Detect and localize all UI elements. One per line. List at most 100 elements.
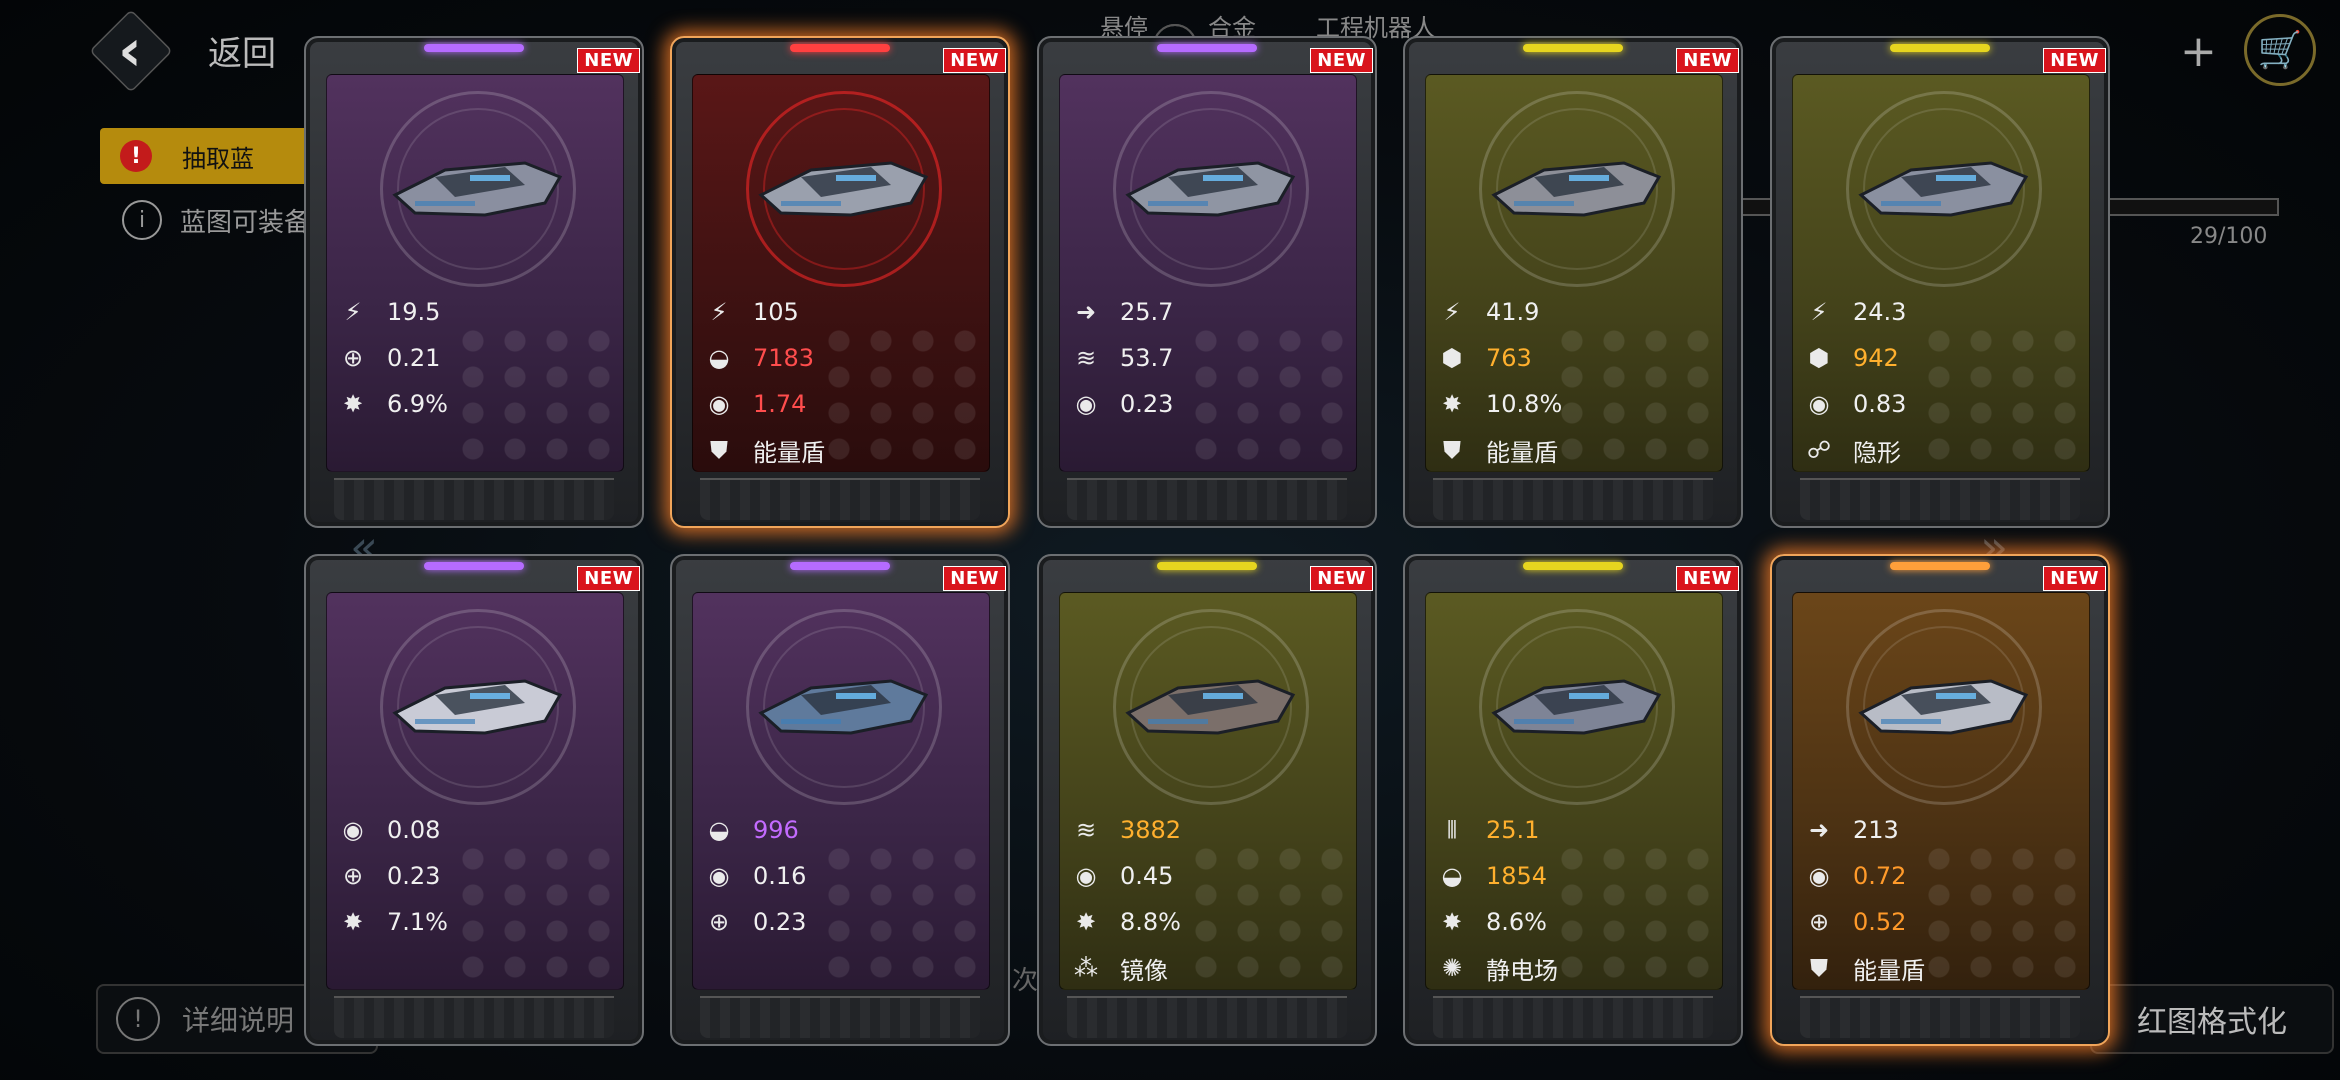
stat-row: ◉ 0.23 [1070,381,1350,427]
stat-value: 静电场 [1486,956,1558,985]
hull-icon: ⬢ [1441,344,1463,372]
blueprint-card[interactable]: NEW ⚡ 24.3 ⬢ 942 ◉ 0.83 ☍ 隐形 [1770,36,2110,528]
stat-row: ◒ 1854 [1436,853,1716,899]
stat-value: 53.7 [1120,344,1174,372]
blueprint-card[interactable]: NEW ➜ 213 ◉ 0.72 ⊕ 0.52 ⛊ 能量盾 [1770,554,2110,1046]
stat-list: ≋ 3882 ◉ 0.45 ✸ 8.8% ⁂ 镜像 [1070,807,1350,989]
stat-row: ◉ 1.74 [703,381,983,427]
stat-value: 3882 [1120,816,1182,844]
stat-list: ➜ 213 ◉ 0.72 ⊕ 0.52 ⛊ 能量盾 [1803,807,2083,989]
new-badge: NEW [1310,566,1373,591]
card-base [334,996,614,1038]
blueprint-card[interactable]: NEW ⚡ 105 ◒ 7183 ◉ 1.74 ⛊ 能量盾 [670,36,1010,528]
crosshair-icon: ⊕ [708,908,730,936]
stat-row: ⊕ 0.23 [703,899,983,945]
info-text: 蓝图可装备 [180,207,311,238]
card-panel: ◉ 0.08 ⊕ 0.23 ✸ 7.1% [326,592,624,990]
new-badge: NEW [1676,566,1739,591]
stat-row: ⚡ 19.5 [337,289,617,335]
crosshair-icon: ⊕ [342,862,364,890]
card-panel: ⚡ 41.9 ⬢ 763 ✸ 10.8% ⛊ 能量盾 [1425,74,1723,472]
stat-row: ✸ 10.8% [1436,381,1716,427]
cargo-icon: ≋ [1075,344,1097,372]
new-badge: NEW [1310,48,1373,73]
stat-list: ➜ 25.7 ≋ 53.7 ◉ 0.23 [1070,289,1350,427]
stat-row: ⚡ 41.9 [1436,289,1716,335]
stat-value: 0.08 [387,816,441,844]
stat-value: 0.52 [1853,908,1907,936]
shield-rate-icon: ◉ [1808,390,1830,418]
cart-icon[interactable]: 🛒 [2244,14,2316,86]
speed-icon: ➜ [1075,298,1097,326]
card-base [700,996,980,1038]
card-panel: ◒ 996 ◉ 0.16 ⊕ 0.23 [692,592,990,990]
card-base [1800,996,2080,1038]
new-badge: NEW [943,48,1006,73]
blueprint-card[interactable]: NEW ⚡ 41.9 ⬢ 763 ✸ 10.8% ⛊ 能量盾 [1403,36,1743,528]
card-panel: ⦀ 25.1 ◒ 1854 ✸ 8.6% ✺ 静电场 [1425,592,1723,990]
stat-list: ⚡ 19.5 ⊕ 0.21 ✸ 6.9% [337,289,617,427]
stat-value: 763 [1486,344,1532,372]
crosshair-icon: ⊕ [1808,908,1830,936]
red-blueprint-format-button[interactable]: 红图格式化 [2090,984,2334,1054]
shield-rate-icon: ◉ [708,390,730,418]
critical-icon: ✸ [342,908,364,936]
stat-row: ◉ 0.45 [1070,853,1350,899]
stat-value: 25.7 [1120,298,1174,326]
stat-value: 0.23 [753,908,807,936]
details-label: 详细说明 [182,1004,295,1037]
blueprint-card[interactable]: NEW ➜ 25.7 ≋ 53.7 ◉ 0.23 [1037,36,1377,528]
stat-row: ✺ 静电场 [1436,945,1716,989]
rarity-bar [1157,44,1257,52]
blueprint-card[interactable]: NEW ⦀ 25.1 ◒ 1854 ✸ 8.6% ✺ 静电场 [1403,554,1743,1046]
stat-list: ⦀ 25.1 ◒ 1854 ✸ 8.6% ✺ 静电场 [1436,807,1716,989]
add-button[interactable]: + [2180,26,2217,77]
stat-value: 能量盾 [1486,438,1558,467]
card-panel: ≋ 3882 ◉ 0.45 ✸ 8.8% ⁂ 镜像 [1059,592,1357,990]
new-badge: NEW [943,566,1006,591]
stat-row: ⊕ 0.21 [337,335,617,381]
rarity-bar [790,562,890,570]
energy-shield-icon: ⛊ [1810,954,1828,982]
card-base [1433,478,1713,520]
crosshair-icon: ⊕ [342,344,364,372]
spaceship-icon [758,679,929,735]
chevron-left-icon[interactable]: ‹ [98,16,162,84]
stat-value: 0.83 [1853,390,1907,418]
hull-icon: ⬢ [1808,344,1830,372]
blueprint-card[interactable]: NEW ◒ 996 ◉ 0.16 ⊕ 0.23 [670,554,1010,1046]
new-badge: NEW [577,566,640,591]
stat-value: 0.16 [753,862,807,890]
stat-value: 0.21 [387,344,441,372]
stealth-icon: ☍ [1806,436,1832,464]
stat-list: ⚡ 24.3 ⬢ 942 ◉ 0.83 ☍ 隐形 [1803,289,2083,471]
spaceship-icon [392,679,563,735]
card-base [1067,478,1347,520]
stat-row: ☍ 隐形 [1803,427,2083,471]
card-panel: ➜ 25.7 ≋ 53.7 ◉ 0.23 [1059,74,1357,472]
blueprint-card[interactable]: NEW ◉ 0.08 ⊕ 0.23 ✸ 7.1% [304,554,644,1046]
stat-value: 996 [753,816,799,844]
card-panel: ⚡ 105 ◒ 7183 ◉ 1.74 ⛊ 能量盾 [692,74,990,472]
stat-row: ✸ 6.9% [337,381,617,427]
blueprint-card[interactable]: NEW ⚡ 19.5 ⊕ 0.21 ✸ 6.9% [304,36,644,528]
stat-value: 能量盾 [1853,956,1925,985]
stat-list: ⚡ 105 ◒ 7183 ◉ 1.74 ⛊ 能量盾 [703,289,983,471]
blueprint-card[interactable]: NEW ≋ 3882 ◉ 0.45 ✸ 8.8% ⁂ 镜像 [1037,554,1377,1046]
stat-value: 7183 [753,344,815,372]
back-label[interactable]: 返回 [208,26,276,75]
ammo-icon: ⦀ [1446,816,1458,844]
card-base [1433,996,1713,1038]
shield-rate-icon: ◉ [708,862,730,890]
stat-value: 25.1 [1486,816,1540,844]
stat-value: 942 [1853,344,1899,372]
stat-value: 8.8% [1120,908,1181,936]
stat-row: ◉ 0.83 [1803,381,2083,427]
stat-value: 1.74 [753,390,807,418]
spaceship-icon [392,161,563,217]
stat-row: ✸ 8.8% [1070,899,1350,945]
banner-label: 抽取蓝 [182,144,254,173]
card-panel: ⚡ 24.3 ⬢ 942 ◉ 0.83 ☍ 隐形 [1792,74,2090,472]
stat-value: 镜像 [1120,956,1168,985]
warning-icon: ! [120,140,152,172]
